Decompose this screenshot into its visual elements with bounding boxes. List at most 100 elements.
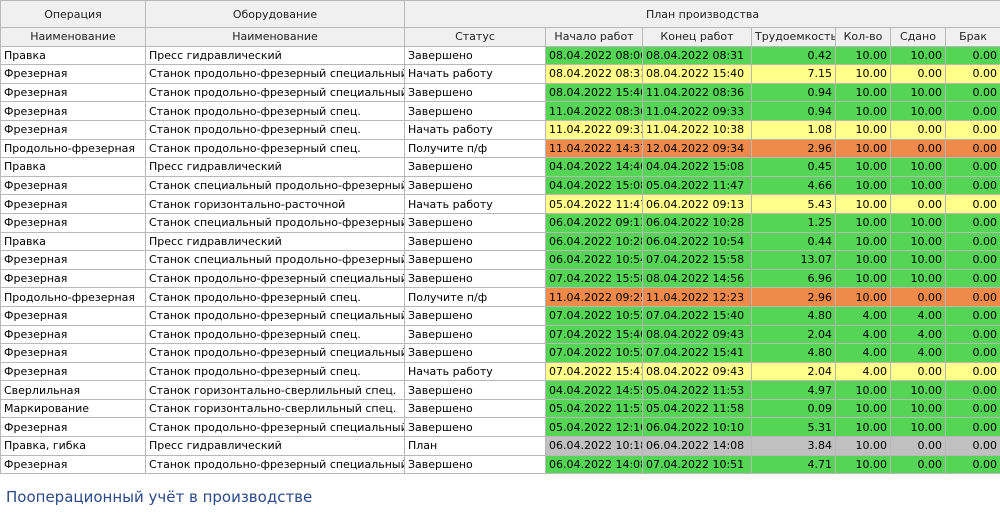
status-cell[interactable]: Завершено xyxy=(404,398,546,419)
table-row[interactable]: Правка Пресс гидравлический Завершено 08.04… xyxy=(0,45,1000,66)
status-cell[interactable]: Завершено xyxy=(404,101,546,121)
labor-cell[interactable]: 0.09 xyxy=(751,398,836,419)
start-cell[interactable]: 05.04.2022 11:53 xyxy=(545,398,643,419)
col-header-done[interactable]: Сдано xyxy=(890,27,946,47)
end-cell[interactable]: 07.04.2022 15:41 xyxy=(642,343,752,363)
done-cell[interactable]: 0.00 xyxy=(890,361,946,382)
status-cell[interactable]: Получите п/ф xyxy=(404,287,546,307)
status-cell[interactable]: Начать работу xyxy=(404,119,546,140)
table-row[interactable]: Маркирование Станок горизонтально-сверлил… xyxy=(0,398,1000,419)
done-cell[interactable]: 10.00 xyxy=(890,380,946,400)
done-cell[interactable]: 0.00 xyxy=(890,119,946,140)
status-cell[interactable]: Завершено xyxy=(404,343,546,363)
done-cell[interactable]: 10.00 xyxy=(890,82,946,103)
operation-cell[interactable]: Фрезерная xyxy=(0,82,146,103)
labor-cell[interactable]: 0.94 xyxy=(751,82,836,103)
qty-cell[interactable]: 10.00 xyxy=(835,250,891,270)
done-cell[interactable]: 0.00 xyxy=(890,64,946,84)
qty-cell[interactable]: 10.00 xyxy=(835,436,891,456)
start-cell[interactable]: 11.04.2022 09:25 xyxy=(545,287,643,307)
qty-cell[interactable]: 4.00 xyxy=(835,305,891,326)
status-cell[interactable]: Начать работу xyxy=(404,64,546,84)
qty-cell[interactable]: 4.00 xyxy=(835,361,891,382)
labor-cell[interactable]: 2.96 xyxy=(751,138,836,159)
equipment-cell[interactable]: Станок горизонтально-сверлильный спец. xyxy=(145,380,405,400)
start-cell[interactable]: 11.04.2022 14:37 xyxy=(545,138,643,159)
operation-cell[interactable]: Продольно-фрезерная xyxy=(0,287,146,307)
qty-cell[interactable]: 10.00 xyxy=(835,138,891,159)
defect-cell[interactable]: 0.00 xyxy=(944,101,1000,121)
status-cell[interactable]: Завершено xyxy=(404,175,546,196)
table-row[interactable]: Фрезерная Станок горизонтально-расточной Н… xyxy=(0,194,1000,214)
operation-cell[interactable]: Фрезерная xyxy=(0,119,146,140)
done-cell[interactable]: 10.00 xyxy=(890,268,946,289)
defect-cell[interactable]: 0.00 xyxy=(944,119,1000,140)
group-header-equipment[interactable]: Оборудование xyxy=(145,0,405,28)
done-cell[interactable]: 10.00 xyxy=(890,45,946,66)
defect-cell[interactable]: 0.00 xyxy=(944,138,1000,159)
done-cell[interactable]: 10.00 xyxy=(890,417,946,438)
table-row[interactable]: Фрезерная Станок продольно-фрезерный спец… xyxy=(0,343,1000,363)
defect-cell[interactable]: 0.00 xyxy=(944,324,1000,345)
table-row[interactable]: Фрезерная Станок продольно-фрезерный спец… xyxy=(0,119,1000,140)
operation-cell[interactable]: Фрезерная xyxy=(0,268,146,289)
start-cell[interactable]: 06.04.2022 10:28 xyxy=(545,231,643,252)
start-cell[interactable]: 07.04.2022 15:58 xyxy=(545,268,643,289)
operation-cell[interactable]: Фрезерная xyxy=(0,212,146,233)
table-row[interactable]: Фрезерная Станок продольно-фрезерный спец… xyxy=(0,454,1000,475)
end-cell[interactable]: 05.04.2022 11:53 xyxy=(642,380,752,400)
labor-cell[interactable]: 4.80 xyxy=(751,343,836,363)
status-cell[interactable]: Завершено xyxy=(404,305,546,326)
done-cell[interactable]: 10.00 xyxy=(890,231,946,252)
status-cell[interactable]: Завершено xyxy=(404,268,546,289)
labor-cell[interactable]: 0.44 xyxy=(751,231,836,252)
qty-cell[interactable]: 10.00 xyxy=(835,64,891,84)
operation-cell[interactable]: Фрезерная xyxy=(0,324,146,345)
end-cell[interactable]: 05.04.2022 11:47 xyxy=(642,175,752,196)
end-cell[interactable]: 11.04.2022 10:38 xyxy=(642,119,752,140)
qty-cell[interactable]: 10.00 xyxy=(835,45,891,66)
table-row[interactable]: Фрезерная Станок продольно-фрезерный спец… xyxy=(0,324,1000,345)
operation-cell[interactable]: Фрезерная xyxy=(0,361,146,382)
end-cell[interactable]: 04.04.2022 15:08 xyxy=(642,157,752,177)
equipment-cell[interactable]: Станок горизонтально-сверлильный спец. xyxy=(145,398,405,419)
start-cell[interactable]: 07.04.2022 10:52 xyxy=(545,343,643,363)
start-cell[interactable]: 04.04.2022 15:08 xyxy=(545,175,643,196)
equipment-cell[interactable]: Станок продольно-фрезерный спец. xyxy=(145,138,405,159)
status-cell[interactable]: Завершено xyxy=(404,45,546,66)
end-cell[interactable]: 11.04.2022 08:36 xyxy=(642,82,752,103)
end-cell[interactable]: 12.04.2022 09:34 xyxy=(642,138,752,159)
col-header-labor[interactable]: Трудоемкость xyxy=(751,27,836,47)
status-cell[interactable]: Завершено xyxy=(404,82,546,103)
done-cell[interactable]: 4.00 xyxy=(890,305,946,326)
col-header-qty[interactable]: Кол-во xyxy=(835,27,891,47)
defect-cell[interactable]: 0.00 xyxy=(944,436,1000,456)
equipment-cell[interactable]: Станок продольно-фрезерный специальный xyxy=(145,305,405,326)
status-cell[interactable]: Завершено xyxy=(404,212,546,233)
qty-cell[interactable]: 4.00 xyxy=(835,324,891,345)
status-cell[interactable]: Завершено xyxy=(404,454,546,475)
operation-cell[interactable]: Правка xyxy=(0,157,146,177)
equipment-cell[interactable]: Станок специальный продольно-фрезерный xyxy=(145,250,405,270)
col-header-start[interactable]: Начало работ xyxy=(545,27,643,47)
col-header-defect[interactable]: Брак xyxy=(944,27,1000,47)
qty-cell[interactable]: 10.00 xyxy=(835,212,891,233)
qty-cell[interactable]: 10.00 xyxy=(835,82,891,103)
status-cell[interactable]: План xyxy=(404,436,546,456)
end-cell[interactable]: 08.04.2022 14:56 xyxy=(642,268,752,289)
operation-cell[interactable]: Фрезерная xyxy=(0,417,146,438)
defect-cell[interactable]: 0.00 xyxy=(944,343,1000,363)
status-cell[interactable]: Завершено xyxy=(404,380,546,400)
table-row[interactable]: Фрезерная Станок специальный продольно-фр… xyxy=(0,175,1000,196)
labor-cell[interactable]: 13.07 xyxy=(751,250,836,270)
done-cell[interactable]: 4.00 xyxy=(890,343,946,363)
done-cell[interactable]: 0.00 xyxy=(890,138,946,159)
defect-cell[interactable]: 0.00 xyxy=(944,398,1000,419)
start-cell[interactable]: 05.04.2022 12:10 xyxy=(545,417,643,438)
qty-cell[interactable]: 10.00 xyxy=(835,194,891,214)
done-cell[interactable]: 0.00 xyxy=(890,436,946,456)
equipment-cell[interactable]: Станок специальный продольно-фрезерный xyxy=(145,175,405,196)
labor-cell[interactable]: 2.04 xyxy=(751,324,836,345)
end-cell[interactable]: 08.04.2022 09:43 xyxy=(642,324,752,345)
equipment-cell[interactable]: Станок продольно-фрезерный спец. xyxy=(145,287,405,307)
